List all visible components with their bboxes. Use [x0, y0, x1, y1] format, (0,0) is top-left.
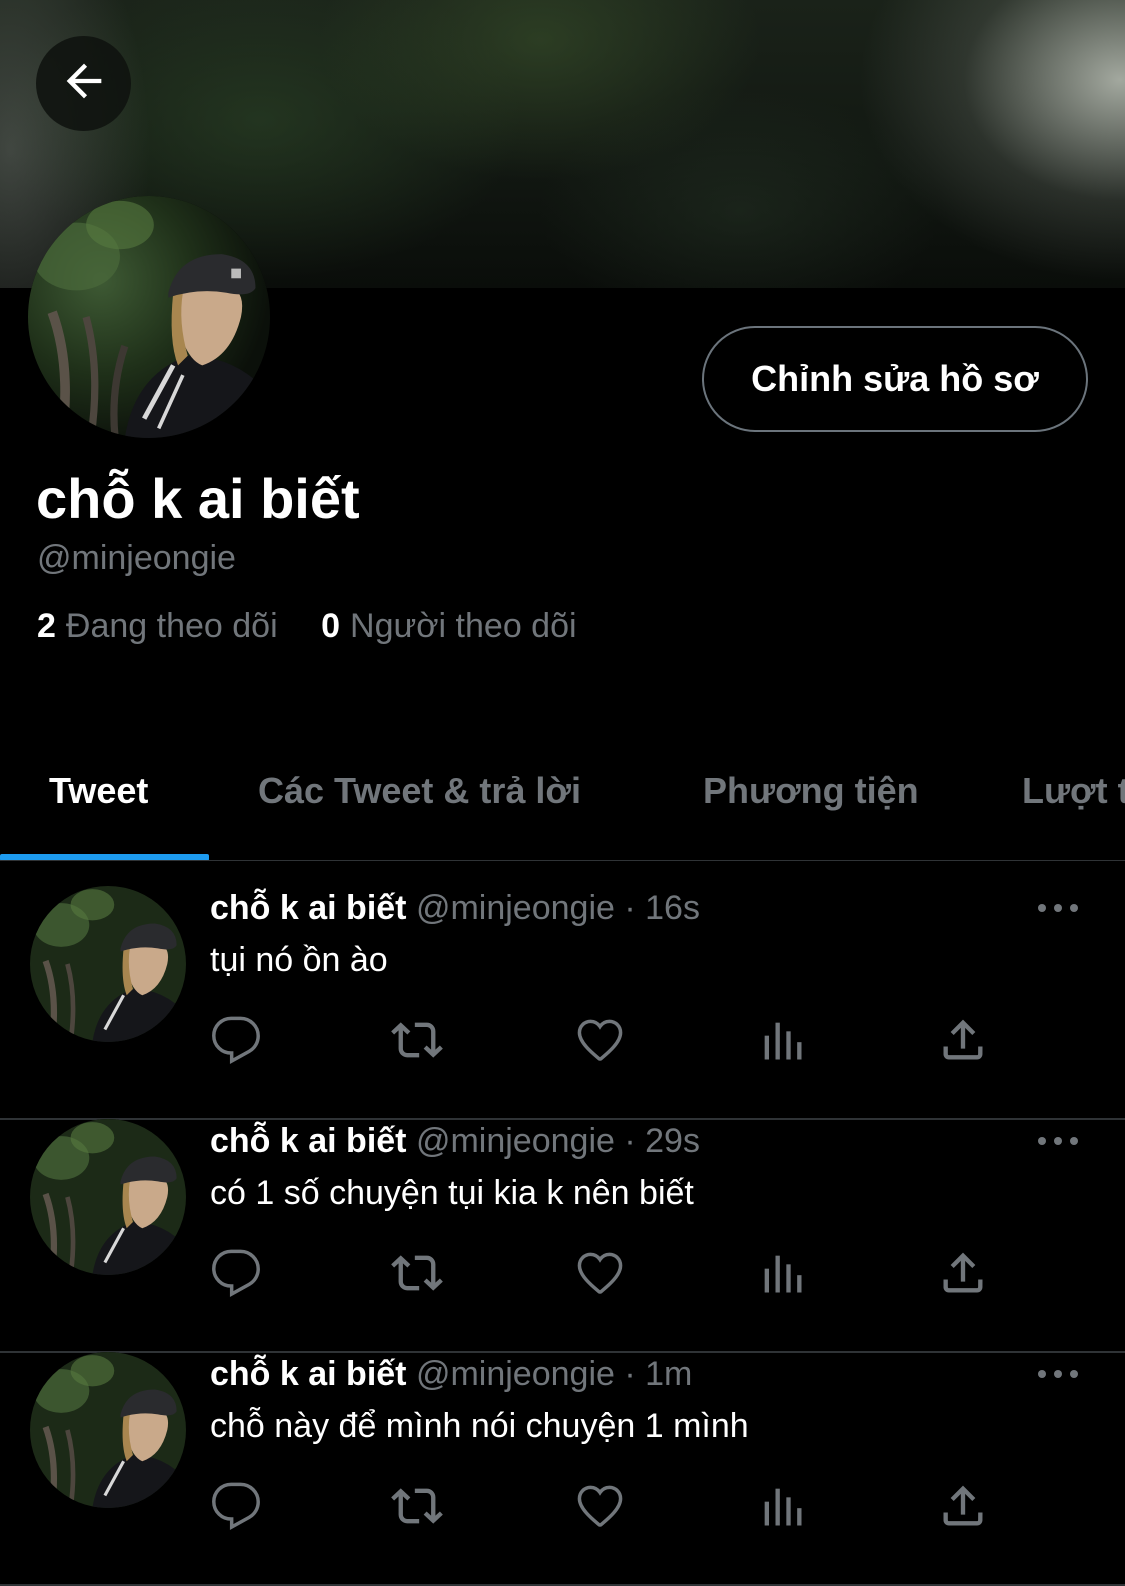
reply-icon[interactable]: [210, 1480, 262, 1532]
tweet-author-handle: @minjeongie: [415, 1122, 615, 1160]
retweet-icon[interactable]: [391, 1480, 443, 1532]
arrow-left-icon: [58, 55, 110, 112]
tab-tweets-and-replies[interactable]: Các Tweet & trả lời: [258, 770, 581, 812]
tweet-author-handle: @minjeongie: [415, 1355, 615, 1393]
retweet-icon[interactable]: [391, 1247, 443, 1299]
tweet-timestamp[interactable]: 16s: [645, 889, 700, 927]
followers-label: Người theo dõi: [350, 607, 577, 645]
share-icon[interactable]: [937, 1247, 989, 1299]
follow-stats: 2 Đang theo dõi 0 Người theo dõi: [37, 604, 611, 648]
tweet-actions: [0, 1480, 1125, 1540]
profile-display-name: chỗ k ai biết: [36, 467, 360, 530]
tweet-text: tụi nó ồn ào: [210, 941, 388, 979]
like-icon[interactable]: [574, 1014, 626, 1066]
tweet-header: chỗ k ai biết @minjeongie · 16s: [210, 886, 700, 930]
like-icon[interactable]: [574, 1480, 626, 1532]
tab-media[interactable]: Phương tiện: [703, 770, 919, 812]
more-options-icon[interactable]: [1038, 1129, 1078, 1153]
tweet[interactable]: chỗ k ai biết @minjeongie · 29s có 1 số …: [0, 1119, 1125, 1353]
active-tab-indicator: [0, 854, 209, 860]
more-options-icon[interactable]: [1038, 896, 1078, 920]
followers-link[interactable]: 0 Người theo dõi: [321, 604, 576, 648]
share-icon[interactable]: [937, 1014, 989, 1066]
following-link[interactable]: 2 Đang theo dõi: [37, 604, 278, 648]
tweet[interactable]: chỗ k ai biết @minjeongie · 16s tụi nó ồ…: [0, 886, 1125, 1120]
views-icon[interactable]: [756, 1014, 808, 1066]
tweet-author-handle: @minjeongie: [415, 889, 615, 927]
reply-icon[interactable]: [210, 1247, 262, 1299]
like-icon[interactable]: [574, 1247, 626, 1299]
tweet-actions: [0, 1014, 1125, 1074]
profile-tabs: Tweet Các Tweet & trả lời Phương tiện Lư…: [0, 730, 1125, 861]
retweet-icon[interactable]: [391, 1014, 443, 1066]
tweet-meta-separator: ·: [624, 1122, 636, 1160]
tweet-actions: [0, 1247, 1125, 1307]
profile-avatar[interactable]: [28, 196, 270, 438]
avatar-photo: [28, 196, 270, 438]
tweet-header: chỗ k ai biết @minjeongie · 1m: [210, 1352, 692, 1396]
views-icon[interactable]: [756, 1247, 808, 1299]
tweet-author-name[interactable]: chỗ k ai biết: [210, 1122, 407, 1160]
tab-likes[interactable]: Lượt t: [1022, 770, 1125, 812]
profile-handle: @minjeongie: [37, 539, 236, 577]
following-label: Đang theo dõi: [65, 607, 278, 645]
edit-profile-button[interactable]: Chỉnh sửa hồ sơ: [702, 326, 1088, 432]
tweet-meta-separator: ·: [624, 889, 636, 927]
tweet-header: chỗ k ai biết @minjeongie · 29s: [210, 1119, 700, 1163]
tweet-author-name[interactable]: chỗ k ai biết: [210, 889, 407, 927]
tweet-text: có 1 số chuyện tụi kia k nên biết: [210, 1174, 694, 1212]
tweet[interactable]: chỗ k ai biết @minjeongie · 1m chỗ này đ…: [0, 1352, 1125, 1586]
views-icon[interactable]: [756, 1480, 808, 1532]
tweet-author-name[interactable]: chỗ k ai biết: [210, 1355, 407, 1393]
tweet-timestamp[interactable]: 29s: [645, 1122, 700, 1160]
back-button[interactable]: [36, 36, 131, 131]
tweet-meta-separator: ·: [624, 1355, 636, 1393]
reply-icon[interactable]: [210, 1014, 262, 1066]
more-options-icon[interactable]: [1038, 1362, 1078, 1386]
share-icon[interactable]: [937, 1480, 989, 1532]
tweet-text: chỗ này để mình nói chuyện 1 mình: [210, 1407, 749, 1445]
following-count: 2: [37, 607, 56, 645]
followers-count: 0: [321, 607, 341, 645]
tweet-timestamp[interactable]: 1m: [645, 1355, 692, 1393]
tab-tweets[interactable]: Tweet: [49, 770, 148, 812]
